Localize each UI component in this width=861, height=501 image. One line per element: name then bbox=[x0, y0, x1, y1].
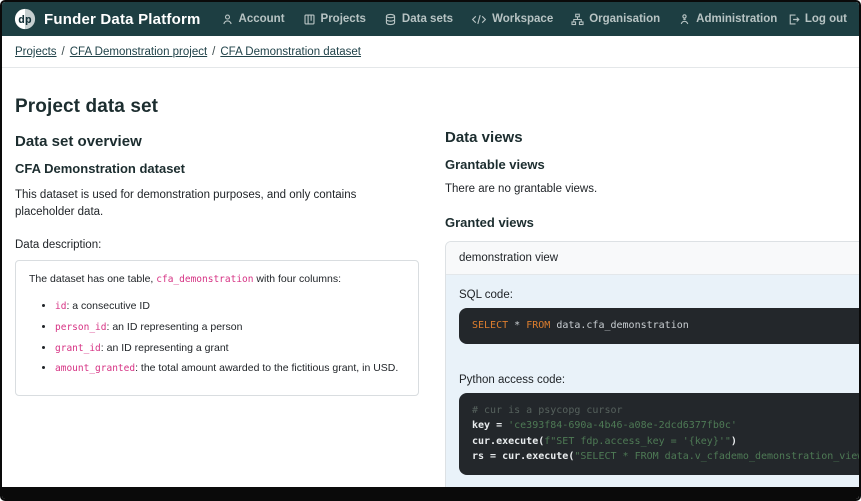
funder-data-platform-logo-icon: dp bbox=[14, 8, 36, 30]
door-exit-icon bbox=[787, 13, 800, 26]
sql-keyword: FROM bbox=[526, 320, 556, 331]
sql-star: * bbox=[514, 320, 526, 331]
nav-label: Administration bbox=[696, 13, 777, 25]
dataset-description: This dataset is used for demonstration p… bbox=[15, 187, 419, 220]
view-card-body: SQL code: SELECT * FROM data.cfa_demonst… bbox=[446, 275, 861, 491]
top-navbar: dp Funder Data Platform Account bbox=[2, 2, 859, 36]
column-code: grant_id bbox=[55, 343, 101, 354]
breadcrumb: Projects / CFA Demonstration project / CFA D… bbox=[2, 36, 859, 68]
logout-button[interactable]: Log out bbox=[787, 13, 847, 26]
brand[interactable]: dp Funder Data Platform bbox=[14, 8, 201, 30]
list-item: id: a consecutive ID bbox=[55, 299, 405, 315]
dataset-name: CFA Demonstration dataset bbox=[15, 161, 419, 176]
column-list: id: a consecutive ID person_id: an ID re… bbox=[29, 299, 405, 377]
nav-label: Projects bbox=[321, 13, 366, 25]
column-text: : the total amount awarded to the fictit… bbox=[135, 362, 398, 374]
app-window: dp Funder Data Platform Account bbox=[0, 0, 861, 501]
code-line: key = 'ce393f84-690a-4b46-a08e-2dcd6377f… bbox=[472, 418, 861, 434]
code-line: cur.execute(f"SET fdp.access_key = '{key… bbox=[472, 434, 861, 450]
column-code: amount_granted bbox=[55, 363, 135, 374]
data-views-heading: Data views bbox=[445, 129, 861, 146]
list-item: person_id: an ID representing a person bbox=[55, 320, 405, 336]
list-item: amount_granted: the total amount awarded… bbox=[55, 361, 405, 377]
code-line: rs = cur.execute("SELECT * FROM data.v_c… bbox=[472, 449, 861, 465]
breadcrumb-project[interactable]: CFA Demonstration project bbox=[70, 46, 207, 58]
nav-label: Organisation bbox=[589, 13, 660, 25]
nav-workspace[interactable]: Workspace bbox=[471, 13, 553, 26]
granted-views-heading: Granted views bbox=[445, 215, 861, 230]
nav-projects[interactable]: Projects bbox=[303, 13, 366, 26]
grantable-views-heading: Grantable views bbox=[445, 157, 861, 172]
nav-label: Account bbox=[239, 13, 285, 25]
column-code: person_id bbox=[55, 322, 106, 333]
person-badge-icon bbox=[678, 13, 691, 26]
window-bottom-bar bbox=[2, 487, 859, 499]
list-item: grant_id: an ID representing a grant bbox=[55, 341, 405, 357]
code-line: # cur is a psycopg cursor bbox=[472, 403, 861, 419]
brand-title: Funder Data Platform bbox=[44, 11, 201, 28]
breadcrumb-separator: / bbox=[212, 46, 215, 58]
python-code-block: # cur is a psycopg cursorkey = 'ce393f84… bbox=[459, 393, 861, 475]
nav-label: Data sets bbox=[402, 13, 453, 25]
table-name-code: cfa_demonstration bbox=[156, 274, 253, 285]
data-description-box: The dataset has one table, cfa_demonstra… bbox=[15, 260, 419, 396]
granted-view-card: demonstration view SQL code: SELECT * FR… bbox=[445, 241, 861, 501]
sql-keyword: SELECT bbox=[472, 320, 514, 331]
sql-table: data.cfa_demonstration bbox=[556, 320, 688, 331]
logout-label: Log out bbox=[805, 13, 847, 25]
data-views-column: Data views Grantable views There are no … bbox=[445, 96, 861, 501]
sql-code-block: SELECT * FROM data.cfa_demonstration bbox=[459, 308, 861, 344]
database-icon bbox=[384, 13, 397, 26]
sql-code-label: SQL code: bbox=[459, 289, 861, 301]
person-icon bbox=[221, 13, 234, 26]
nav-organisation[interactable]: Organisation bbox=[571, 13, 660, 26]
org-chart-icon bbox=[571, 13, 584, 26]
column-code: id bbox=[55, 301, 66, 312]
nav-account[interactable]: Account bbox=[221, 13, 285, 26]
main-content: Project data set Data set overview CFA D… bbox=[2, 68, 859, 501]
code-icon bbox=[471, 13, 487, 26]
column-text: : an ID representing a grant bbox=[101, 342, 229, 354]
nav-label: Workspace bbox=[492, 13, 553, 25]
breadcrumb-dataset[interactable]: CFA Demonstration dataset bbox=[220, 46, 361, 58]
python-code-label: Python access code: bbox=[459, 374, 861, 386]
column-text: : a consecutive ID bbox=[66, 300, 149, 312]
breadcrumb-projects[interactable]: Projects bbox=[15, 46, 57, 58]
column-text: : an ID representing a person bbox=[106, 321, 242, 333]
svg-text:dp: dp bbox=[18, 13, 32, 26]
nav-administration[interactable]: Administration bbox=[678, 13, 777, 26]
data-description-label: Data description: bbox=[15, 239, 419, 251]
dataset-overview-column: Project data set Data set overview CFA D… bbox=[15, 96, 419, 501]
description-intro: The dataset has one table, cfa_demonstra… bbox=[29, 272, 405, 288]
nav-datasets[interactable]: Data sets bbox=[384, 13, 453, 26]
page-title: Project data set bbox=[15, 96, 419, 118]
grantable-views-empty: There are no grantable views. bbox=[445, 183, 861, 195]
breadcrumb-separator: / bbox=[62, 46, 65, 58]
view-card-header[interactable]: demonstration view bbox=[446, 242, 861, 275]
python-section: Python access code: # cur is a psycopg c… bbox=[459, 374, 861, 475]
main-nav: Account Projects bbox=[221, 13, 787, 26]
kanban-icon bbox=[303, 13, 316, 26]
overview-heading: Data set overview bbox=[15, 133, 419, 150]
